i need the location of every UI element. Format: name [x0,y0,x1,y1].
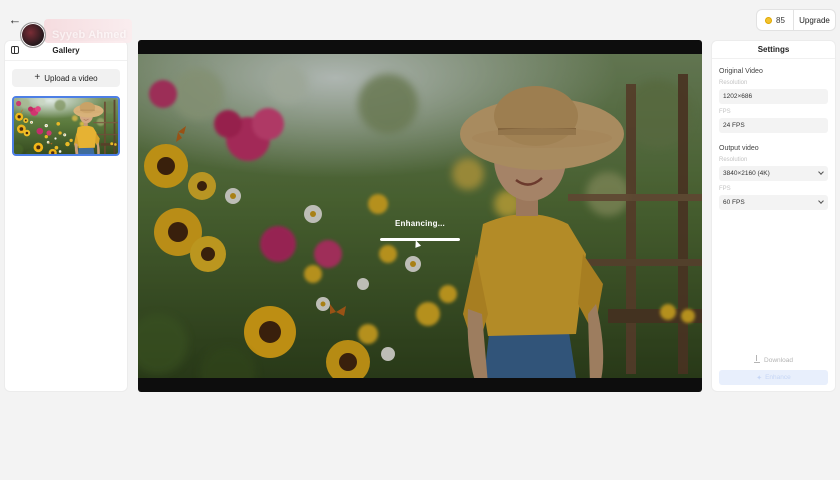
enhancing-status: Enhancing... [395,219,445,228]
output-resolution-label: Resolution [719,157,748,163]
avatar[interactable] [20,22,46,48]
video-preview: Enhancing... [138,54,702,378]
sidebar-toggle-icon[interactable] [11,46,19,54]
original-fps-label: FPS [719,109,731,115]
output-resolution-select[interactable]: 3840×2160 (4K) [719,166,828,181]
original-fps-value: 24 FPS [719,118,828,133]
output-fps-text: 60 FPS [723,199,745,206]
plus-icon: + [34,72,41,83]
settings-title: Settings [712,41,835,59]
original-resolution-value: 1202×686 [719,89,828,104]
download-label: Download [764,356,793,364]
upload-video-button[interactable]: + Upload a video [12,69,120,87]
output-fps-select[interactable]: 60 FPS [719,195,828,210]
upgrade-button[interactable]: Upgrade [794,9,836,31]
video-player[interactable]: Enhancing... [138,40,702,392]
gallery-panel: Gallery + Upload a video [4,40,128,392]
processing-overlay [138,54,702,378]
chevron-down-icon [818,198,824,204]
chevron-down-icon [818,169,824,175]
output-fps-label: FPS [719,186,731,192]
enhance-button[interactable]: ✦ Enhance [719,370,828,385]
original-resolution-text: 1202×686 [723,93,753,100]
credits-badge: 85 [756,9,794,31]
thumbnail-image [14,98,118,154]
settings-panel: Settings Original Video Resolution 1202×… [711,40,836,392]
enhance-label: Enhance [765,374,791,381]
coin-icon [765,16,773,24]
download-button[interactable]: Download [719,354,828,366]
enhance-progress-fill [380,238,460,241]
gallery-title: Gallery [52,46,80,55]
upload-video-label: Upload a video [44,73,98,83]
original-video-section-title: Original Video [719,68,763,75]
sparkle-icon: ✦ [756,374,763,382]
user-name: Syyeb Ahmed [52,29,127,41]
enhance-progress-bar [380,238,460,241]
gallery-thumbnail-selected[interactable] [12,96,120,156]
output-resolution-text: 3840×2160 (4K) [723,170,770,177]
original-fps-text: 24 FPS [723,122,745,129]
credits-count: 85 [776,15,785,25]
download-icon [754,355,761,363]
output-video-section-title: Output video [719,145,759,152]
original-resolution-label: Resolution [719,80,748,86]
